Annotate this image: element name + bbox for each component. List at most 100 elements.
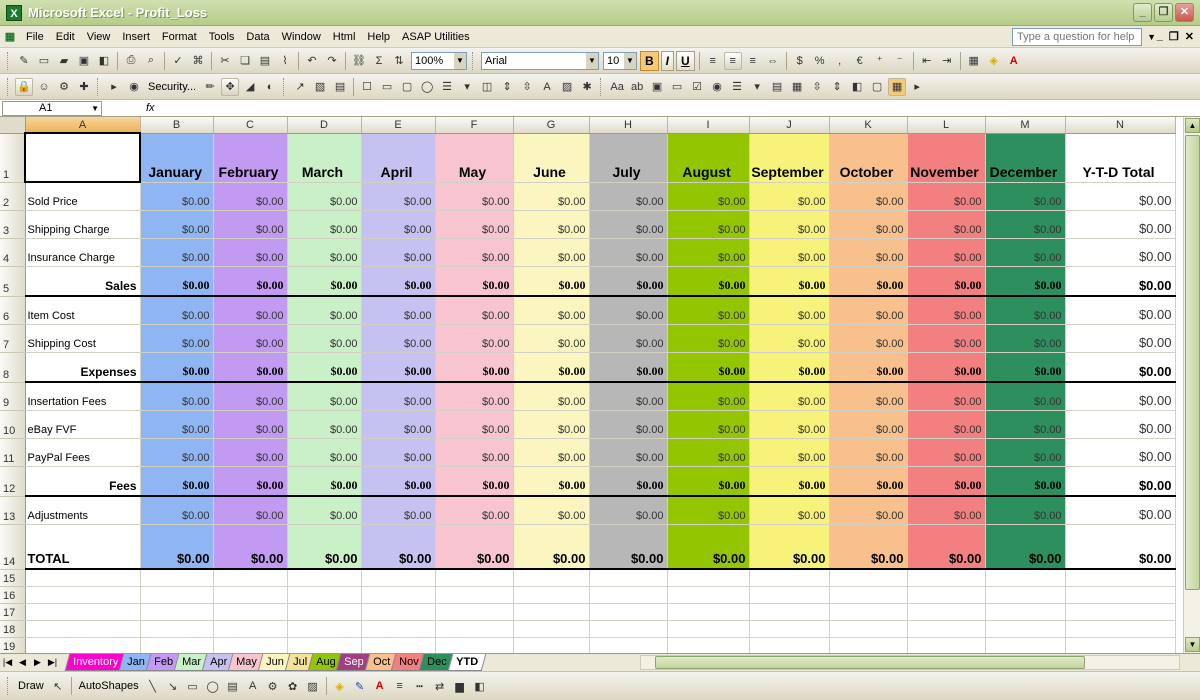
align-center-icon[interactable]: ≡ xyxy=(723,51,742,70)
group-box-icon[interactable]: ▣ xyxy=(648,78,666,96)
empty-cell[interactable] xyxy=(749,620,830,638)
value-cell[interactable]: $0.00 xyxy=(140,466,214,497)
pencil-icon[interactable]: ✎ xyxy=(15,52,33,70)
print-icon[interactable]: ⎙ xyxy=(122,52,140,70)
value-cell[interactable]: $0.00 xyxy=(513,496,590,525)
row-label[interactable]: TOTAL xyxy=(25,524,141,570)
column-header[interactable]: H xyxy=(589,117,668,134)
undo-icon[interactable]: ↶ xyxy=(303,52,321,70)
font-color-icon[interactable]: A xyxy=(1005,52,1023,70)
value-cell[interactable]: $0.00 xyxy=(829,266,908,297)
zoom-select[interactable]: 100% ▼ xyxy=(411,51,467,70)
row-label[interactable]: eBay FVF xyxy=(25,410,141,439)
value-cell[interactable]: $0.00 xyxy=(985,352,1066,383)
spinner-control-icon[interactable]: ⇕ xyxy=(828,78,846,96)
research-icon[interactable]: ⌘ xyxy=(189,52,207,70)
value-cell[interactable]: $0.00 xyxy=(140,182,214,211)
first-sheet-icon[interactable]: |◀ xyxy=(0,657,15,668)
clipart-icon[interactable]: ✿ xyxy=(284,677,302,695)
menu-html[interactable]: Html xyxy=(327,26,362,48)
wordart-icon[interactable]: A xyxy=(244,677,262,695)
empty-cell[interactable] xyxy=(985,637,1066,653)
value-cell[interactable]: $0.00 xyxy=(435,382,514,411)
underline-button[interactable]: U xyxy=(676,50,695,71)
value-cell[interactable]: $0.00 xyxy=(667,496,750,525)
row-label[interactable]: Shipping Cost xyxy=(25,324,141,353)
row-label[interactable]: Fees xyxy=(25,466,141,497)
autosum-icon[interactable]: Σ xyxy=(370,52,388,70)
value-cell[interactable]: $0.00 xyxy=(985,410,1066,439)
empty-cell[interactable] xyxy=(287,620,362,638)
value-cell[interactable]: $0.00 xyxy=(140,238,214,267)
ytd-cell[interactable]: $0.00 xyxy=(1065,466,1176,497)
empty-cell[interactable] xyxy=(985,603,1066,621)
ytd-cell[interactable]: $0.00 xyxy=(1065,524,1176,570)
form-icon[interactable]: ▤ xyxy=(331,78,349,96)
value-cell[interactable]: $0.00 xyxy=(749,352,830,383)
row-header[interactable]: 16 xyxy=(0,586,26,604)
value-cell[interactable]: $0.00 xyxy=(829,410,908,439)
run-dialog-icon[interactable]: ▸ xyxy=(908,78,926,96)
value-cell[interactable]: $0.00 xyxy=(829,496,908,525)
empty-cell[interactable] xyxy=(1065,637,1176,653)
font-color-draw-icon[interactable]: A xyxy=(371,677,389,695)
empty-cell[interactable] xyxy=(667,603,750,621)
value-cell[interactable]: $0.00 xyxy=(667,524,750,570)
design-mode-icon[interactable]: ✏ xyxy=(201,78,219,96)
value-cell[interactable]: $0.00 xyxy=(749,382,830,411)
value-cell[interactable]: $0.00 xyxy=(589,266,668,297)
row-label[interactable]: Item Cost xyxy=(25,296,141,325)
empty-cell[interactable] xyxy=(287,569,362,587)
value-cell[interactable]: $0.00 xyxy=(667,466,750,497)
empty-cell[interactable] xyxy=(907,637,986,653)
row-header[interactable]: 6 xyxy=(0,296,26,325)
value-cell[interactable]: $0.00 xyxy=(667,410,750,439)
scrollbar-control-icon[interactable]: ⇳ xyxy=(808,78,826,96)
value-cell[interactable]: $0.00 xyxy=(361,210,436,239)
increase-indent-icon[interactable]: ⇥ xyxy=(938,52,956,70)
value-cell[interactable]: $0.00 xyxy=(213,296,288,325)
value-cell[interactable]: $0.00 xyxy=(361,238,436,267)
value-cell[interactable]: $0.00 xyxy=(361,266,436,297)
empty-cell[interactable] xyxy=(589,569,668,587)
comma-style-icon[interactable]: , xyxy=(831,52,849,70)
empty-cell[interactable] xyxy=(513,569,590,587)
row-header[interactable]: 3 xyxy=(0,210,26,239)
ytd-cell[interactable]: $0.00 xyxy=(1065,296,1176,325)
euro-button[interactable]: € xyxy=(851,52,869,70)
sheet-tab[interactable]: YTD xyxy=(447,654,487,671)
combo-icon[interactable]: ▾ xyxy=(458,78,476,96)
value-cell[interactable]: $0.00 xyxy=(513,352,590,383)
row-label[interactable]: Adjustments xyxy=(25,496,141,525)
empty-cell[interactable] xyxy=(749,637,830,653)
select-all-corner[interactable] xyxy=(0,117,26,134)
value-cell[interactable]: $0.00 xyxy=(140,496,214,525)
value-cell[interactable]: $0.00 xyxy=(361,438,436,467)
empty-cell[interactable] xyxy=(140,637,214,653)
value-cell[interactable]: $0.00 xyxy=(907,266,986,297)
value-cell[interactable]: $0.00 xyxy=(589,438,668,467)
value-cell[interactable]: $0.00 xyxy=(667,238,750,267)
dash-style-icon[interactable]: ┅ xyxy=(411,677,429,695)
empty-cell[interactable] xyxy=(907,603,986,621)
value-cell[interactable]: $0.00 xyxy=(287,438,362,467)
value-cell[interactable]: $0.00 xyxy=(829,210,908,239)
image-icon[interactable]: ▨ xyxy=(558,78,576,96)
value-cell[interactable]: $0.00 xyxy=(907,324,986,353)
row-header[interactable]: 19 xyxy=(0,637,26,653)
value-cell[interactable]: $0.00 xyxy=(749,182,830,211)
label-control-icon[interactable]: Aa xyxy=(608,78,626,96)
redo-icon[interactable]: ↷ xyxy=(323,52,341,70)
more-controls-icon[interactable]: ✱ xyxy=(578,78,596,96)
value-cell[interactable]: $0.00 xyxy=(287,524,362,570)
value-cell[interactable]: $0.00 xyxy=(907,296,986,325)
checkbox-control-icon[interactable]: ☑ xyxy=(688,78,706,96)
value-cell[interactable]: $0.00 xyxy=(829,238,908,267)
column-header[interactable]: N xyxy=(1065,117,1176,134)
value-cell[interactable]: $0.00 xyxy=(287,238,362,267)
value-cell[interactable]: $0.00 xyxy=(667,352,750,383)
diagram-icon[interactable]: ⚙ xyxy=(264,677,282,695)
value-cell[interactable]: $0.00 xyxy=(589,324,668,353)
value-cell[interactable]: $0.00 xyxy=(513,210,590,239)
edit-code-icon[interactable]: ▢ xyxy=(868,78,886,96)
